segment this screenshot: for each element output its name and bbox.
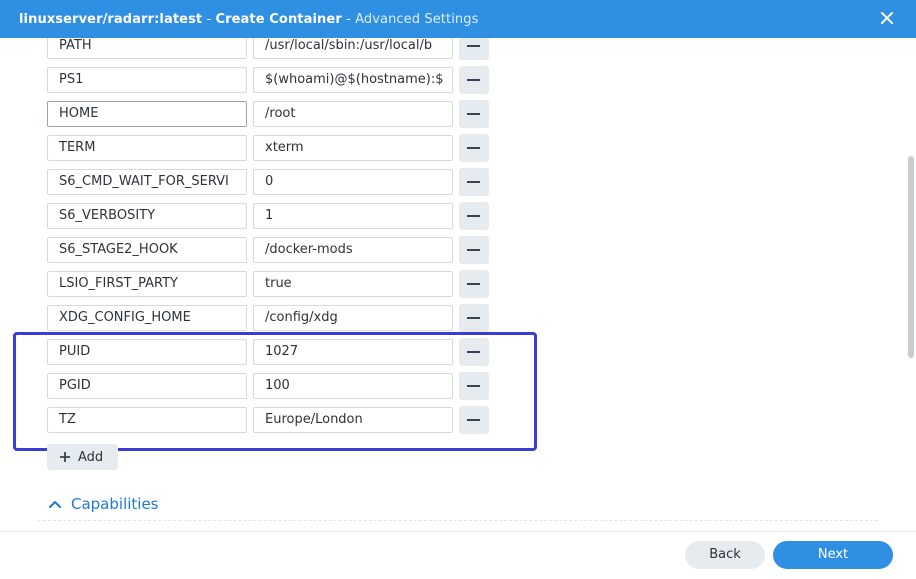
env-var-key-input[interactable]: S6_VERBOSITY bbox=[47, 203, 247, 229]
back-button[interactable]: Back bbox=[685, 541, 765, 569]
env-var-value-input[interactable]: /root bbox=[253, 101, 453, 127]
env-var-row: TERM xterm bbox=[0, 134, 916, 163]
env-var-row: PGID 100 bbox=[0, 372, 916, 401]
env-var-row: S6_VERBOSITY 1 bbox=[0, 202, 916, 231]
capabilities-label: Capabilities bbox=[71, 495, 159, 513]
env-var-value-input[interactable]: true bbox=[253, 271, 453, 297]
add-env-var-button[interactable]: Add bbox=[47, 444, 118, 470]
title-sub: Advanced Settings bbox=[355, 11, 479, 27]
env-var-key-input[interactable]: LSIO_FIRST_PARTY bbox=[47, 271, 247, 297]
next-button[interactable]: Next bbox=[773, 541, 893, 569]
remove-env-var-button[interactable] bbox=[459, 236, 489, 264]
window-title: linuxserver/radarr:latest - Create Conta… bbox=[19, 12, 478, 27]
remove-env-var-button[interactable] bbox=[459, 270, 489, 298]
env-var-value-input[interactable]: /docker-mods bbox=[253, 237, 453, 263]
plus-icon bbox=[60, 452, 70, 462]
remove-env-var-button[interactable] bbox=[459, 100, 489, 128]
env-var-key-input[interactable]: S6_CMD_WAIT_FOR_SERVI bbox=[47, 169, 247, 195]
env-var-row: HOME/root bbox=[0, 100, 916, 129]
dialog-footer: Back Next bbox=[0, 531, 916, 579]
env-var-row: PUID 1027 bbox=[0, 338, 916, 367]
env-var-value-input[interactable]: 1027 bbox=[253, 339, 453, 365]
add-label: Add bbox=[78, 449, 104, 465]
env-var-value-input[interactable]: xterm bbox=[253, 135, 453, 161]
env-var-key-input[interactable]: HOME bbox=[47, 101, 247, 127]
env-var-row: LSIO_FIRST_PARTY true bbox=[0, 270, 916, 299]
env-var-key-input[interactable]: S6_STAGE2_HOOK bbox=[47, 237, 247, 263]
remove-env-var-button[interactable] bbox=[459, 168, 489, 196]
title-separator-2: - bbox=[341, 11, 356, 27]
env-var-value-input[interactable]: 1 bbox=[253, 203, 453, 229]
env-var-key-input[interactable]: TERM bbox=[47, 135, 247, 161]
window-titlebar: linuxserver/radarr:latest - Create Conta… bbox=[0, 0, 916, 38]
remove-env-var-button[interactable] bbox=[459, 202, 489, 230]
remove-env-var-button[interactable] bbox=[459, 66, 489, 94]
env-var-row: S6_CMD_WAIT_FOR_SERVI 0 bbox=[0, 168, 916, 197]
remove-env-var-button[interactable] bbox=[459, 134, 489, 162]
title-image-name: linuxserver/radarr:latest bbox=[19, 11, 203, 27]
chevron-up-icon bbox=[49, 501, 61, 508]
env-var-row: PATH/usr/local/sbin:/usr/local/b bbox=[0, 38, 916, 61]
env-var-value-input[interactable]: /config/xdg bbox=[253, 305, 453, 331]
remove-env-var-button[interactable] bbox=[459, 406, 489, 434]
section-divider bbox=[38, 520, 878, 521]
env-var-value-input[interactable]: $(whoami)@$(hostname):$ bbox=[253, 67, 453, 93]
env-var-value-input[interactable]: Europe/London bbox=[253, 407, 453, 433]
env-var-value-input[interactable]: /usr/local/sbin:/usr/local/b bbox=[253, 38, 453, 59]
env-var-key-input[interactable]: PATH bbox=[47, 38, 247, 59]
remove-env-var-button[interactable] bbox=[459, 372, 489, 400]
remove-env-var-button[interactable] bbox=[459, 38, 489, 60]
env-var-value-input[interactable]: 0 bbox=[253, 169, 453, 195]
env-var-key-input[interactable]: PS1 bbox=[47, 67, 247, 93]
env-var-row: XDG_CONFIG_HOME/config/xdg bbox=[0, 304, 916, 333]
remove-env-var-button[interactable] bbox=[459, 304, 489, 332]
env-var-key-input[interactable]: XDG_CONFIG_HOME bbox=[47, 305, 247, 331]
env-var-row: PS1 $(whoami)@$(hostname):$ bbox=[0, 66, 916, 95]
env-var-key-input[interactable]: TZ bbox=[47, 407, 247, 433]
env-var-row: TZ Europe/London bbox=[0, 406, 916, 435]
env-var-key-input[interactable]: PUID bbox=[47, 339, 247, 365]
close-icon[interactable] bbox=[878, 9, 896, 27]
env-var-key-input[interactable]: PGID bbox=[47, 373, 247, 399]
title-main: Create Container bbox=[215, 11, 342, 27]
env-var-row: S6_STAGE2_HOOK/docker-mods bbox=[0, 236, 916, 265]
settings-content: PATH/usr/local/sbin:/usr/local/b PS1 $(who… bbox=[0, 38, 916, 531]
title-separator-1: - bbox=[202, 11, 216, 27]
remove-env-var-button[interactable] bbox=[459, 338, 489, 366]
capabilities-section-toggle[interactable]: Capabilities bbox=[48, 495, 159, 513]
env-var-value-input[interactable]: 100 bbox=[253, 373, 453, 399]
scrollbar[interactable] bbox=[908, 156, 914, 358]
